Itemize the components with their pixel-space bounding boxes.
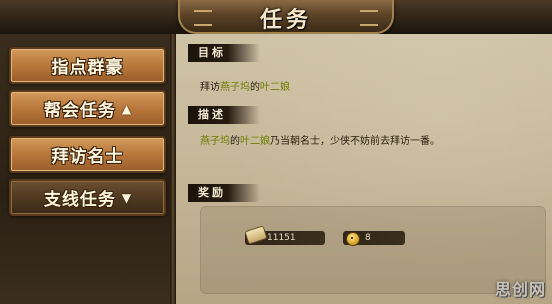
sidebar-item-label: 指点群豪 — [51, 58, 124, 78]
rewards-heading: 奖励 — [188, 184, 260, 202]
sidebar-item-label: 拜访名士 — [51, 147, 124, 167]
objective-npc[interactable]: 叶二娘 — [260, 82, 290, 93]
chevron-up-icon: ▲ — [121, 101, 132, 116]
sidebar-item-guidance[interactable]: 指点群豪 — [9, 47, 166, 84]
description-npc[interactable]: 叶二娘 — [240, 136, 270, 147]
reward-exp-value: 11151 — [267, 233, 296, 243]
watermark: 思创网 — [494, 280, 546, 299]
objective-text: 拜访燕子坞的叶二娘 — [200, 78, 290, 93]
title-plate: 任务 — [178, 0, 394, 34]
objective-place[interactable]: 燕子坞 — [220, 82, 250, 93]
sidebar-item-label: 支线任务 — [43, 190, 116, 210]
description-heading: 描述 — [188, 106, 260, 124]
chevron-down-icon: ▼ — [121, 190, 132, 205]
sidebar-item-visit-celebrity[interactable]: 拜访名士 — [9, 136, 166, 173]
sidebar-item-label: 帮会任务 — [43, 101, 116, 121]
objective-heading: 目标 — [188, 44, 260, 62]
sidebar-item-guild-quest[interactable]: 帮会任务 ▲ — [9, 90, 166, 127]
description-of: 的 — [230, 136, 240, 147]
description-body: 乃当朝名士，少侠不妨前去拜访一番。 — [270, 136, 440, 147]
description-place[interactable]: 燕子坞 — [200, 136, 230, 147]
reward-coin-value: 8 — [365, 233, 371, 243]
sidebar-item-side-quest[interactable]: 支线任务 ▼ — [9, 179, 166, 216]
coin-icon — [346, 232, 360, 246]
right-ornament-icon — [360, 10, 378, 26]
description-text: 燕子坞的叶二娘乃当朝名士，少侠不妨前去拜访一番。 — [200, 132, 440, 147]
quest-detail-panel: 目标 拜访燕子坞的叶二娘 描述 燕子坞的叶二娘乃当朝名士，少侠不妨前去拜访一番。… — [176, 34, 552, 304]
objective-of: 的 — [250, 82, 260, 93]
sidebar: 指点群豪 帮会任务 ▲ 拜访名士 支线任务 ▼ — [0, 34, 176, 304]
objective-prefix: 拜访 — [200, 82, 220, 93]
